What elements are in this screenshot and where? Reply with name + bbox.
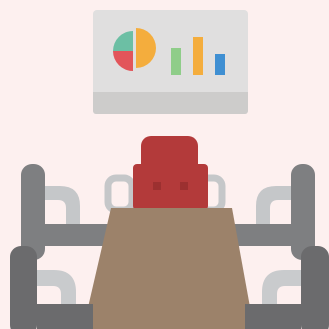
head-chair-button-left bbox=[153, 182, 161, 190]
chair-front-left-backrest bbox=[10, 246, 37, 329]
head-chair-backrest bbox=[133, 164, 208, 210]
chair-front-left-seat bbox=[37, 304, 93, 329]
meeting-room-illustration bbox=[0, 0, 329, 329]
bar-orange bbox=[193, 37, 203, 75]
bar-green bbox=[171, 48, 181, 75]
bar-blue bbox=[215, 54, 225, 75]
meeting-table bbox=[83, 208, 254, 329]
head-chair-button-right bbox=[180, 182, 188, 190]
table-top bbox=[83, 208, 254, 329]
chair-front-right-backrest bbox=[301, 246, 329, 329]
chair-back-left-backrest bbox=[21, 164, 45, 260]
chair-back-right-backrest bbox=[291, 164, 315, 260]
presentation-board bbox=[93, 10, 248, 114]
chair-front-right-seat bbox=[245, 304, 301, 329]
chair-back-left-seat bbox=[45, 224, 111, 246]
